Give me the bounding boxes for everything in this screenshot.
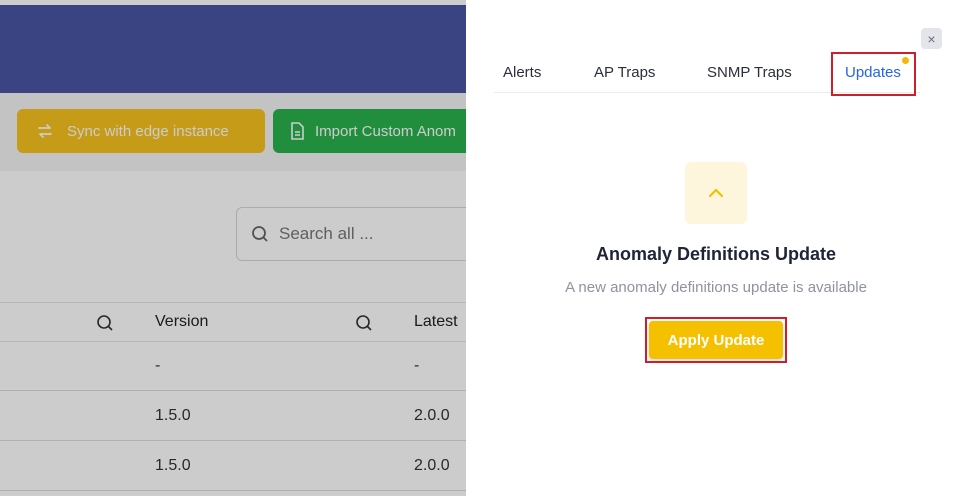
update-icon-box (685, 162, 747, 224)
tab-ap-traps[interactable]: AP Traps (594, 64, 655, 81)
close-icon: × (927, 30, 936, 47)
updates-tab-highlight (831, 52, 916, 96)
modal-backdrop[interactable] (0, 0, 466, 496)
apply-button-highlight (645, 317, 787, 363)
update-title: Anomaly Definitions Update (595, 244, 837, 264)
tab-snmp-traps[interactable]: SNMP Traps (707, 64, 792, 81)
arrow-up-icon (708, 188, 724, 198)
update-subtitle: A new anomaly definitions update is avai… (565, 279, 867, 296)
close-button[interactable]: × (921, 28, 942, 49)
tab-alerts[interactable]: Alerts (503, 64, 541, 81)
